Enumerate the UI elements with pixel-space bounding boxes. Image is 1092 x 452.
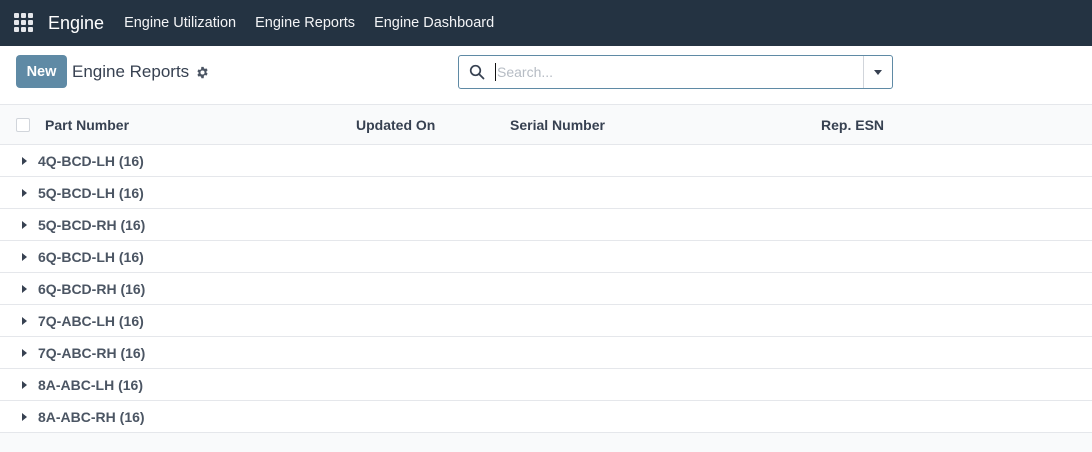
search-icon (469, 64, 485, 80)
group-row[interactable]: 6Q-BCD-LH (16) (0, 241, 1092, 273)
caret-right-icon (22, 220, 27, 229)
column-header-updated-on[interactable]: Updated On (356, 117, 435, 133)
caret-right-icon (22, 348, 27, 357)
gear-icon[interactable] (196, 66, 209, 79)
group-row[interactable]: 4Q-BCD-LH (16) (0, 145, 1092, 177)
top-navbar: Engine Engine Utilization Engine Reports… (0, 0, 1092, 46)
nav-item-engine-utilization[interactable]: Engine Utilization (124, 15, 236, 31)
group-label: 8A-ABC-RH (16) (38, 408, 145, 425)
apps-grid-icon[interactable] (14, 13, 34, 33)
group-row[interactable]: 8A-ABC-LH (16) (0, 369, 1092, 401)
caret-right-icon (22, 156, 27, 165)
nav-item-engine-dashboard[interactable]: Engine Dashboard (374, 15, 494, 31)
caret-right-icon (22, 188, 27, 197)
page-title: Engine Reports (72, 62, 190, 81)
app-brand[interactable]: Engine (48, 13, 104, 34)
control-panel: New Engine Reports (0, 46, 1092, 105)
list-header: Part Number Updated On Serial Number Rep… (0, 105, 1092, 145)
group-row[interactable]: 7Q-ABC-RH (16) (0, 337, 1092, 369)
search-bar (458, 55, 893, 89)
group-label: 5Q-BCD-LH (16) (38, 184, 144, 201)
group-label: 4Q-BCD-LH (16) (38, 152, 144, 169)
column-header-serial-number[interactable]: Serial Number (510, 117, 605, 133)
group-row[interactable]: 5Q-BCD-RH (16) (0, 209, 1092, 241)
caret-right-icon (22, 316, 27, 325)
group-label: 5Q-BCD-RH (16) (38, 216, 146, 233)
group-label: 6Q-BCD-LH (16) (38, 248, 144, 265)
caret-right-icon (22, 284, 27, 293)
list-view: Part Number Updated On Serial Number Rep… (0, 105, 1092, 433)
caret-right-icon (22, 380, 27, 389)
group-row[interactable]: 7Q-ABC-LH (16) (0, 305, 1092, 337)
new-button[interactable]: New (16, 55, 67, 88)
group-row[interactable]: 8A-ABC-RH (16) (0, 401, 1092, 433)
group-label: 8A-ABC-LH (16) (38, 376, 143, 393)
select-all-checkbox[interactable] (16, 118, 30, 132)
nav-item-engine-reports[interactable]: Engine Reports (255, 15, 355, 31)
column-header-rep-esn[interactable]: Rep. ESN (821, 117, 884, 133)
search-input[interactable] (495, 63, 863, 81)
group-label: 7Q-ABC-LH (16) (38, 312, 144, 329)
caret-down-icon (874, 69, 882, 75)
group-label: 6Q-BCD-RH (16) (38, 280, 146, 297)
column-header-part-number[interactable]: Part Number (45, 117, 129, 133)
group-row[interactable]: 6Q-BCD-RH (16) (0, 273, 1092, 305)
caret-right-icon (22, 252, 27, 261)
caret-right-icon (22, 412, 27, 421)
group-row[interactable]: 5Q-BCD-LH (16) (0, 177, 1092, 209)
group-label: 7Q-ABC-RH (16) (38, 344, 146, 361)
search-options-toggle[interactable] (863, 56, 892, 88)
breadcrumb: Engine Reports (72, 62, 209, 82)
